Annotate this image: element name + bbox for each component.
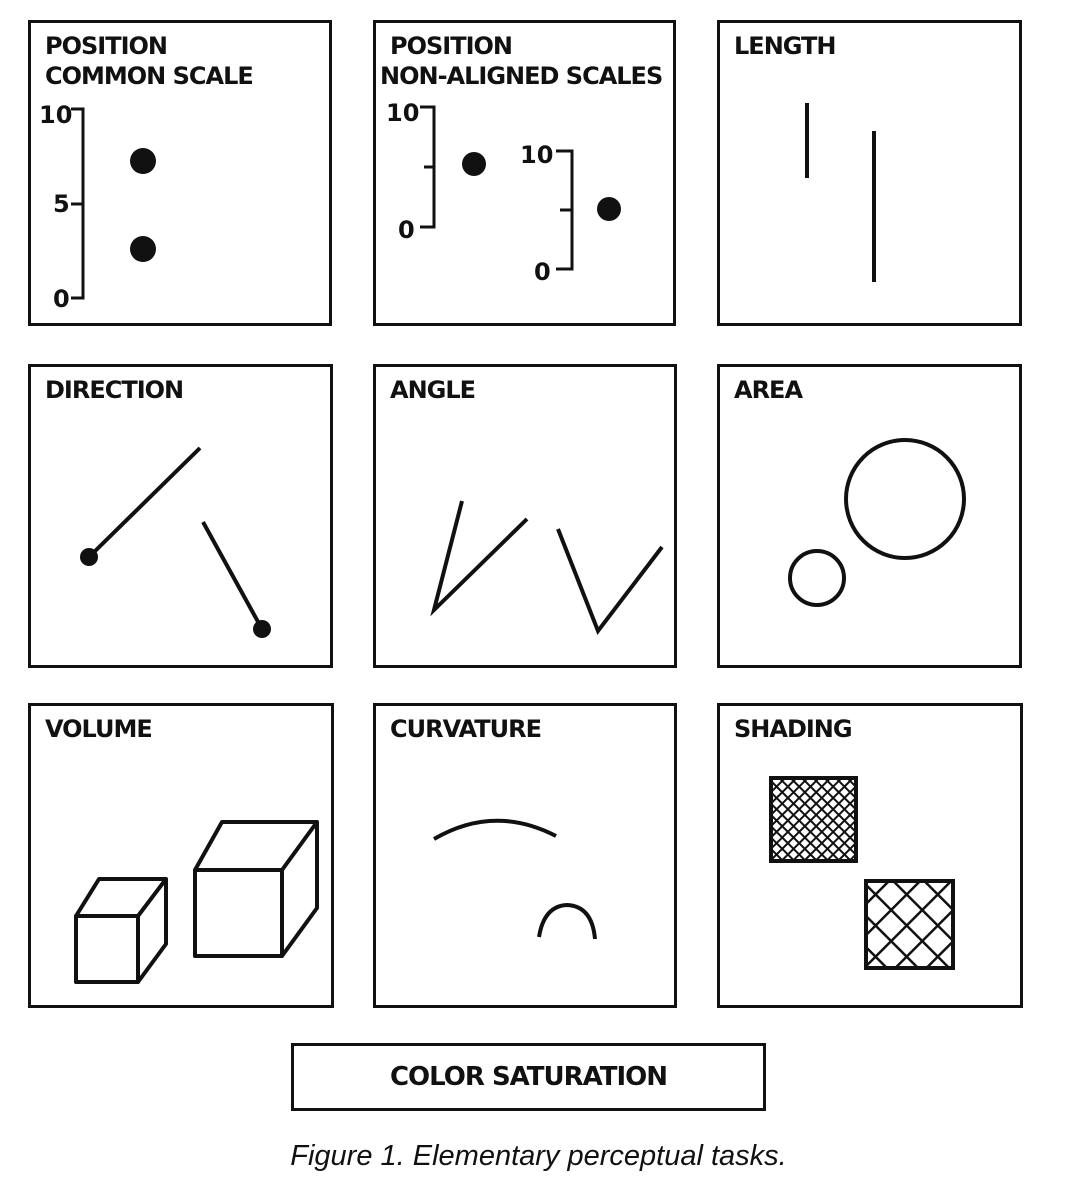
position-common-scale-graphic: 10 5 0 — [39, 101, 156, 313]
scale1-tick-10: 10 — [386, 99, 419, 127]
dense-shading-square — [769, 776, 858, 863]
panel-angle: ANGLE — [373, 364, 677, 668]
direction-line-2 — [201, 521, 264, 630]
panel-length: LENGTH — [717, 20, 1022, 326]
volume-graphic — [74, 820, 319, 984]
direction-line-1 — [87, 446, 202, 559]
figure-caption: Figure 1. Elementary perceptual tasks. — [290, 1140, 787, 1172]
area-graphic — [788, 438, 966, 607]
panel-area: AREA — [717, 364, 1022, 668]
data-point-lower — [130, 236, 156, 262]
direction-origin-2 — [253, 620, 271, 638]
scale2-tick-10: 10 — [520, 141, 553, 169]
angle-1 — [430, 500, 529, 617]
panel-shading: SHADING — [717, 703, 1023, 1008]
scale2-data-point — [597, 197, 621, 221]
large-circle — [844, 438, 966, 560]
small-cube — [74, 877, 168, 984]
scale2-tick-0: 0 — [534, 258, 551, 286]
panel-direction: DIRECTION — [28, 364, 333, 668]
position-non-aligned-graphic: 10 0 10 0 — [386, 99, 621, 286]
scale1-tick-0: 0 — [398, 216, 415, 244]
angle-2 — [556, 528, 664, 636]
large-cube — [193, 820, 319, 958]
scale1-data-point — [462, 152, 486, 176]
length-graphic — [805, 103, 876, 282]
scale1-axis — [420, 105, 436, 229]
direction-graphic — [80, 446, 271, 638]
panel-position-non-aligned-scales: POSITION NON-ALIGNED SCALES 10 0 10 0 — [373, 20, 676, 326]
scale2-axis — [556, 149, 574, 271]
panel-position-common-scale: POSITION COMMON SCALE 10 5 0 — [28, 20, 332, 326]
shallow-curve — [432, 818, 557, 841]
panel-curvature: CURVATURE — [373, 703, 677, 1008]
scale-axis — [71, 107, 85, 300]
curvature-graphic — [432, 818, 597, 940]
color-saturation-label: COLOR SATURATION — [389, 1062, 668, 1092]
tick-label-10: 10 — [39, 101, 72, 129]
shading-graphic — [769, 776, 955, 970]
tick-label-0: 0 — [53, 285, 70, 313]
direction-origin-1 — [80, 548, 98, 566]
panel-color-saturation: COLOR SATURATION — [291, 1043, 766, 1111]
tick-label-5: 5 — [53, 190, 70, 218]
light-shading-square — [864, 879, 955, 970]
panel-volume: VOLUME — [28, 703, 334, 1008]
small-circle — [788, 549, 846, 607]
data-point-upper — [130, 148, 156, 174]
angle-graphic — [430, 500, 664, 636]
tight-curve — [537, 902, 597, 940]
